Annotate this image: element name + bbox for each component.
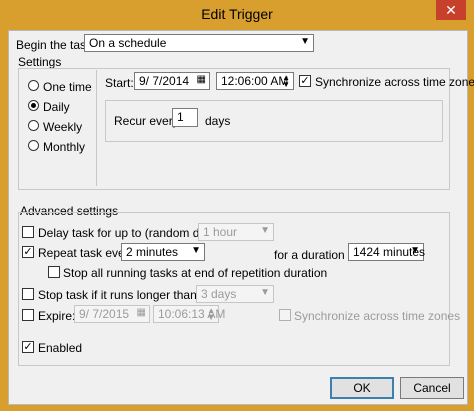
begin-task-select[interactable]: On a schedule ▼: [84, 34, 314, 52]
ok-button[interactable]: OK: [330, 377, 394, 399]
radio-one-time[interactable]: [28, 80, 39, 91]
sync-checkbox[interactable]: ✓: [299, 75, 311, 87]
stop-all-label: Stop all running tasks at end of repetit…: [63, 266, 328, 280]
duration-select[interactable]: 1424 minutes ▼: [348, 243, 425, 261]
settings-divider: [96, 70, 97, 186]
cancel-button[interactable]: Cancel: [400, 377, 464, 399]
enabled-checkbox[interactable]: ✓: [22, 341, 34, 353]
spinner-icon[interactable]: ▲ ▼: [282, 74, 290, 89]
delay-value: 1 hour: [203, 225, 238, 239]
recur-value: 1: [177, 110, 184, 124]
spinner-icon[interactable]: ▲ ▼: [207, 307, 215, 322]
radio-monthly-label: Monthly: [43, 140, 86, 154]
window-title: Edit Trigger: [201, 6, 273, 22]
enabled-label: Enabled: [38, 341, 83, 355]
radio-weekly[interactable]: [28, 120, 39, 131]
chevron-down-icon: ▼: [300, 36, 310, 47]
start-time-field[interactable]: 12:06:00 AM ▲ ▼: [216, 72, 294, 90]
radio-weekly-label: Weekly: [43, 120, 83, 134]
close-button[interactable]: ✕: [436, 0, 466, 20]
expire-date-value: 9/ 7/2015: [79, 307, 130, 321]
expire-checkbox[interactable]: [22, 309, 34, 321]
expire-sync-label: Synchronize across time zones: [294, 309, 461, 323]
expire-sync-checkbox[interactable]: [279, 309, 291, 321]
repeat-select[interactable]: 2 minutes ▼: [121, 243, 205, 261]
delay-checkbox[interactable]: [22, 226, 34, 238]
settings-group-label: Settings: [18, 55, 62, 69]
expire-date-picker[interactable]: 9/ 7/2015 ▦: [74, 305, 150, 323]
start-date-picker[interactable]: 9/ 7/2014 ▦: [134, 72, 210, 90]
stop-longer-checkbox[interactable]: [22, 288, 34, 300]
expire-time-value: 10:06:13 AM: [158, 307, 226, 321]
stop-longer-value: 3 days: [201, 287, 237, 301]
calendar-icon[interactable]: ▦: [197, 74, 206, 85]
chevron-down-icon: ▼: [410, 245, 420, 256]
chevron-down-icon: ▼: [260, 287, 270, 298]
start-label: Start:: [105, 76, 134, 90]
radio-daily-label: Daily: [43, 100, 70, 114]
recur-input[interactable]: 1: [172, 108, 198, 127]
repeat-value: 2 minutes: [126, 245, 179, 259]
expire-label: Expire:: [38, 309, 76, 323]
expire-time-field[interactable]: 10:06:13 AM ▲ ▼: [153, 305, 225, 323]
radio-one-time-label: One time: [43, 80, 92, 94]
chevron-down-icon: ▼: [260, 225, 270, 236]
calendar-icon[interactable]: ▦: [137, 307, 146, 318]
start-date-value: 9/ 7/2014: [139, 74, 190, 88]
stop-longer-select[interactable]: 3 days ▼: [196, 285, 274, 303]
stop-longer-label: Stop task if it runs longer than:: [38, 288, 201, 302]
sync-label: Synchronize across time zones: [315, 75, 474, 89]
start-time-value: 12:06:00 AM: [221, 74, 289, 88]
window-border-left: [0, 30, 8, 411]
chevron-down-icon: ▼: [191, 245, 201, 256]
stop-all-checkbox[interactable]: [48, 266, 60, 278]
begin-task-value: On a schedule: [89, 36, 167, 50]
repeat-checkbox[interactable]: ✓: [22, 246, 34, 258]
radio-monthly[interactable]: [28, 140, 39, 151]
delay-select[interactable]: 1 hour ▼: [198, 223, 274, 241]
radio-daily[interactable]: [28, 100, 39, 111]
recur-unit: days: [205, 114, 231, 128]
